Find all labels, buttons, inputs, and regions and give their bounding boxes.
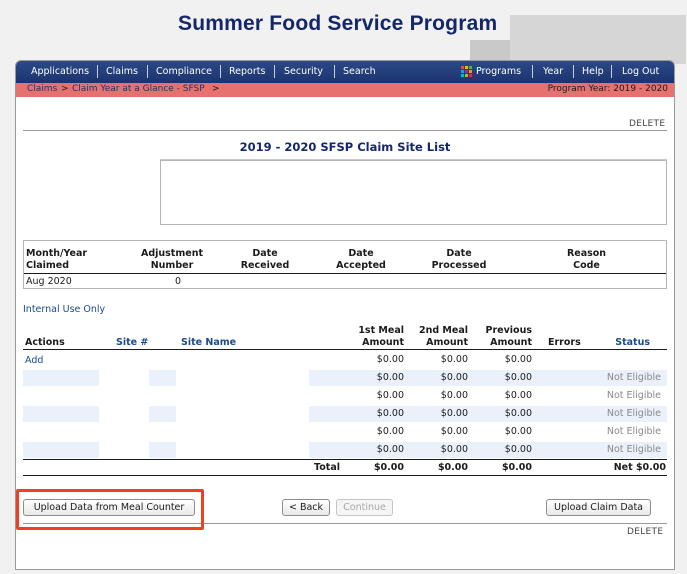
site-input-cell[interactable]: [149, 370, 176, 386]
cell-previous: $0.00: [504, 354, 532, 365]
header-grey-block: [510, 15, 686, 64]
nav-separator: [611, 65, 612, 78]
site-input-cell[interactable]: [23, 406, 99, 422]
divider: [23, 475, 667, 476]
nav-separator: [573, 65, 574, 78]
cell-status: Not Eligible: [606, 372, 661, 383]
nav-programs[interactable]: Programs: [476, 66, 521, 77]
header-actions: Actions: [25, 337, 65, 348]
breadcrumb-claim-year[interactable]: Claim Year at a Glance - SFSP: [72, 84, 205, 94]
cell-first-meal: $0.00: [376, 390, 404, 401]
header-site-number[interactable]: Site #: [116, 337, 148, 349]
nav-help[interactable]: Help: [582, 66, 604, 77]
site-input-cell[interactable]: [149, 442, 176, 458]
total-previous: $0.00: [501, 462, 532, 473]
nav-year[interactable]: Year: [543, 66, 563, 77]
delete-link-bottom[interactable]: DELETE: [627, 527, 663, 537]
upload-claim-data-button[interactable]: Upload Claim Data: [546, 499, 651, 516]
cell-month-year: Aug 2020: [26, 276, 72, 287]
header-date-accepted: Date Accepted: [336, 248, 386, 271]
cell-status: Not Eligible: [606, 444, 661, 455]
cell-status: Not Eligible: [606, 426, 661, 437]
nav-separator: [220, 65, 221, 78]
breadcrumb-claims[interactable]: Claims: [27, 84, 57, 94]
cell-first-meal: $0.00: [376, 444, 404, 455]
breadcrumb: Claims > Claim Year at a Glance - SFSP >…: [16, 83, 674, 97]
page-title: 2019 - 2020 SFSP Claim Site List: [239, 140, 451, 154]
nav-search[interactable]: Search: [343, 66, 376, 77]
site-input-cell[interactable]: [149, 406, 176, 422]
continue-button[interactable]: Continue: [336, 499, 393, 516]
nav-separator: [532, 65, 533, 78]
total-first-meal: $0.00: [373, 462, 404, 473]
site-input-cell[interactable]: [23, 442, 99, 458]
header-status[interactable]: Status: [596, 337, 650, 349]
top-navbar: Applications Claims Compliance Reports S…: [16, 61, 674, 83]
nav-applications[interactable]: Applications: [31, 66, 89, 77]
breadcrumb-separator: >: [212, 84, 220, 94]
claim-info-table: Month/Year Claimed Adjustment Number Date R…: [23, 240, 667, 289]
header-site-name[interactable]: Site Name: [181, 337, 236, 349]
nav-separator: [147, 65, 148, 78]
back-button[interactable]: < Back: [282, 499, 330, 516]
cell-second-meal: $0.00: [440, 426, 468, 437]
header-adjustment-number: Adjustment Number: [140, 248, 203, 271]
add-site-link[interactable]: Add: [25, 355, 43, 366]
main-frame: Applications Claims Compliance Reports S…: [15, 60, 675, 570]
cell-second-meal: $0.00: [440, 444, 468, 455]
internal-use-label: Internal Use Only: [23, 304, 106, 315]
upload-meal-counter-button[interactable]: Upload Data from Meal Counter: [23, 499, 195, 516]
header-date-received: Date Received: [240, 248, 290, 271]
cell-second-meal: $0.00: [440, 408, 468, 419]
program-year-label: Program Year: 2019 - 2020: [547, 84, 668, 94]
header-month-year: Month/Year Claimed: [26, 248, 88, 271]
divider: [23, 349, 667, 350]
header-first-meal-amount: 1st Meal Amount: [358, 325, 404, 348]
header-reason-code: Reason Code: [566, 248, 607, 271]
app-title: Summer Food Service Program: [178, 12, 498, 35]
nav-separator: [334, 65, 335, 78]
cell-second-meal: $0.00: [440, 354, 468, 365]
delete-link-top[interactable]: DELETE: [629, 119, 665, 129]
notes-box: [160, 160, 667, 225]
total-net: Net $0.00: [613, 462, 666, 473]
cell-second-meal: $0.00: [440, 372, 468, 383]
cell-first-meal: $0.00: [376, 408, 404, 419]
nav-claims[interactable]: Claims: [106, 66, 138, 77]
nav-logout[interactable]: Log Out: [622, 66, 659, 77]
cell-first-meal: $0.00: [376, 372, 404, 383]
cell-previous: $0.00: [504, 426, 532, 437]
cell-second-meal: $0.00: [440, 390, 468, 401]
nav-separator: [97, 65, 98, 78]
nav-compliance[interactable]: Compliance: [156, 66, 212, 77]
nav-security[interactable]: Security: [284, 66, 323, 77]
header-errors: Errors: [548, 337, 581, 348]
cell-previous: $0.00: [504, 444, 532, 455]
divider: [23, 523, 667, 524]
breadcrumb-separator: >: [61, 84, 69, 94]
cell-previous: $0.00: [504, 372, 532, 383]
header-date-processed: Date Processed: [431, 248, 487, 271]
site-input-cell[interactable]: [23, 370, 99, 386]
nav-separator: [274, 65, 275, 78]
cell-previous: $0.00: [504, 408, 532, 419]
header-second-meal-amount: 2nd Meal Amount: [418, 325, 468, 348]
header-previous-amount: Previous Amount: [485, 325, 532, 348]
cell-status: Not Eligible: [606, 408, 661, 419]
total-label: Total: [314, 462, 340, 473]
total-second-meal: $0.00: [437, 462, 468, 473]
divider: [23, 130, 667, 131]
divider: [24, 273, 666, 274]
cell-first-meal: $0.00: [376, 426, 404, 437]
cell-adjustment-number: 0: [175, 276, 182, 287]
cell-status: Not Eligible: [606, 390, 661, 401]
nav-reports[interactable]: Reports: [229, 66, 265, 77]
cell-previous: $0.00: [504, 390, 532, 401]
programs-grid-icon[interactable]: [461, 66, 473, 78]
divider: [23, 459, 667, 460]
cell-first-meal: $0.00: [376, 354, 404, 365]
